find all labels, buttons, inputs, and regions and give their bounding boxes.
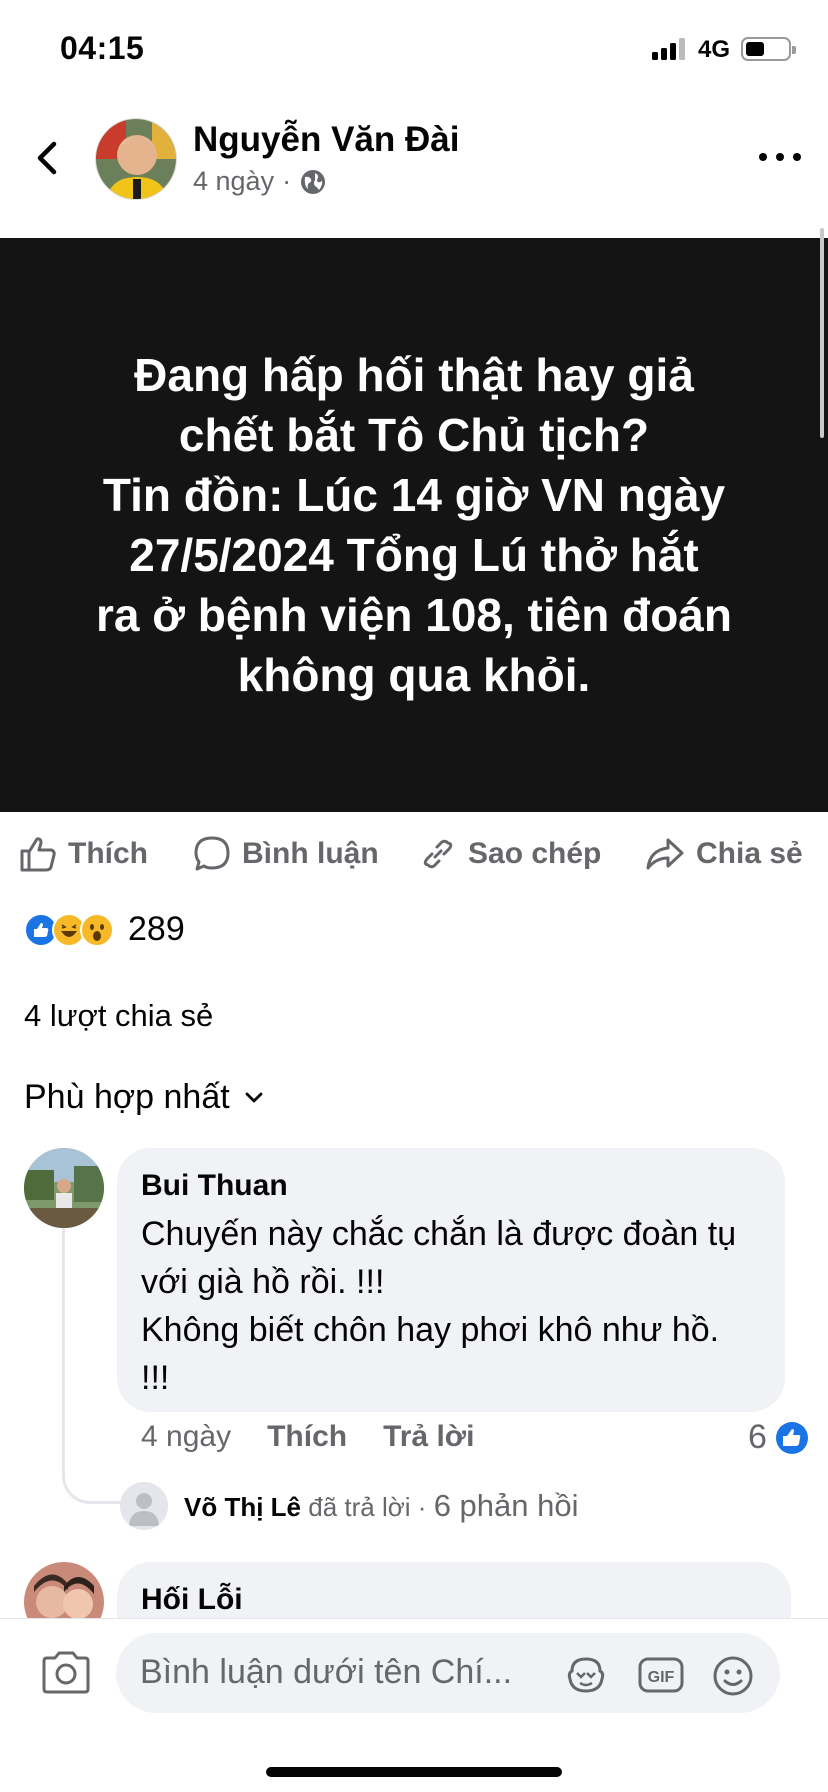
- home-indicator[interactable]: [266, 1767, 562, 1777]
- comment-author[interactable]: Bui Thuan: [141, 1168, 761, 1204]
- link-icon: [423, 839, 453, 869]
- comment-input-placeholder: Bình luận dưới tên Chí...: [140, 1653, 513, 1691]
- post-body[interactable]: Đang hấp hối thật hay giả chết bắt Tô Ch…: [0, 238, 828, 812]
- network-label: 4G: [698, 36, 731, 63]
- avatar-sticker-icon[interactable]: [564, 1655, 608, 1695]
- reply-separator: ·: [417, 1492, 427, 1522]
- camera-button[interactable]: [40, 1649, 92, 1700]
- reply-author: Võ Thị Lê: [184, 1492, 301, 1522]
- signal-icon: [652, 38, 685, 60]
- back-button[interactable]: [26, 136, 70, 180]
- like-reaction-icon: [775, 1421, 808, 1454]
- post-action-bar: Thích Bình luận Sao chép Chia sẻ: [0, 812, 828, 896]
- globe-icon: [301, 169, 326, 194]
- meta-separator: ·: [282, 166, 292, 196]
- comment-bubble[interactable]: Bui Thuan Chuyến này chắc chắn là được đ…: [117, 1148, 785, 1412]
- like-label: Thích: [68, 837, 148, 870]
- commenter-avatar[interactable]: [24, 1148, 104, 1228]
- comment-text: Chuyến này chắc chắn là được đoàn tụ với…: [141, 1215, 737, 1397]
- share-button[interactable]: Chia sẻ: [644, 834, 803, 874]
- copy-link-button[interactable]: Sao chép: [418, 834, 601, 874]
- comment-author[interactable]: Hối Lỗi: [141, 1582, 767, 1618]
- chevron-left-icon: [37, 141, 57, 175]
- replies-preview[interactable]: Võ Thị Lê đã trả lời · 6 phản hồi: [120, 1482, 579, 1530]
- sort-label: Phù hợp nhất: [24, 1078, 230, 1116]
- comment-button[interactable]: Bình luận: [192, 834, 379, 874]
- comment-like-button[interactable]: Thích: [267, 1420, 347, 1454]
- like-button[interactable]: Thích: [18, 834, 148, 874]
- post-meta: 4 ngày ·: [193, 166, 327, 197]
- reaction-count: 289: [128, 910, 185, 948]
- post-time[interactable]: 4 ngày: [193, 166, 274, 197]
- emoji-icon[interactable]: [712, 1655, 754, 1697]
- author-avatar[interactable]: [95, 118, 177, 200]
- reply-avatar: [120, 1482, 168, 1530]
- copy-label: Sao chép: [468, 837, 602, 870]
- battery-icon: [741, 37, 796, 61]
- status-bar: 04:15 4G: [0, 0, 828, 100]
- comment-input[interactable]: Bình luận dưới tên Chí... GIF: [116, 1633, 780, 1713]
- reaction-summary[interactable]: 289: [24, 910, 185, 949]
- share-count[interactable]: 4 lượt chia sẻ: [24, 998, 213, 1034]
- camera-icon: [42, 1651, 90, 1694]
- comment-reaction-count[interactable]: 6: [748, 1418, 809, 1457]
- post-header: Nguyễn Văn Đài 4 ngày ·: [0, 100, 828, 238]
- comment-sort-dropdown[interactable]: Phù hợp nhất: [24, 1078, 264, 1117]
- post-text: Đang hấp hối thật hay giả chết bắt Tô Ch…: [96, 349, 732, 701]
- chevron-down-icon: [245, 1092, 263, 1102]
- more-options-button[interactable]: [755, 142, 805, 172]
- comment-composer: Bình luận dưới tên Chí... GIF: [0, 1618, 828, 1792]
- share-arrow-icon: [646, 838, 684, 870]
- comment-bubble-icon: [194, 836, 230, 871]
- reply-thread-line: [62, 1228, 124, 1504]
- comment-like-number: 6: [748, 1418, 767, 1456]
- comment-time: 4 ngày: [141, 1420, 232, 1453]
- thumbs-up-icon: [20, 837, 56, 872]
- share-label: Chia sẻ: [696, 837, 803, 870]
- comment-actions: 4 ngày Thích Trả lời: [141, 1420, 474, 1454]
- gif-icon[interactable]: GIF: [638, 1655, 684, 1695]
- svg-text:GIF: GIF: [648, 1669, 675, 1686]
- scroll-indicator: [820, 228, 824, 438]
- reply-count: 6 phản hồi: [433, 1488, 579, 1523]
- comment-label: Bình luận: [242, 837, 379, 870]
- reply-action-text: đã trả lời: [308, 1492, 411, 1522]
- status-time: 04:15: [60, 30, 145, 66]
- more-dot-icon: [759, 153, 767, 161]
- author-name[interactable]: Nguyễn Văn Đài: [193, 120, 459, 160]
- wow-reaction-icon: [80, 912, 114, 947]
- comment-reply-button[interactable]: Trả lời: [383, 1420, 474, 1454]
